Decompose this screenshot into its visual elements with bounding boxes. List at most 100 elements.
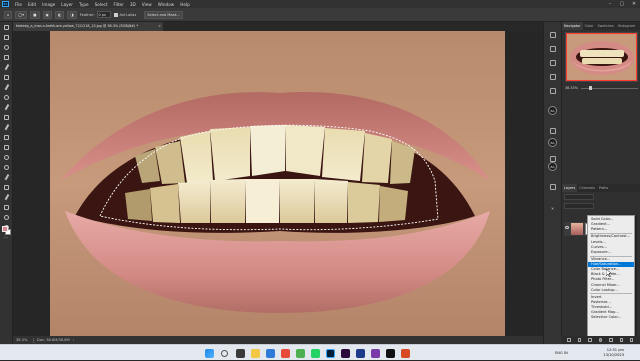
color-swatches[interactable] <box>2 226 12 236</box>
file-explorer-icon[interactable] <box>251 348 260 358</box>
navigator-zoom-slider[interactable] <box>580 86 638 90</box>
menu-type[interactable]: Type <box>76 2 92 7</box>
move-tool-icon[interactable] <box>0 22 13 32</box>
new-layer-icon[interactable] <box>619 338 624 342</box>
close-tab-icon[interactable]: × <box>158 22 161 31</box>
history-brush-icon[interactable] <box>0 122 13 132</box>
whatsapp-icon[interactable] <box>311 348 320 358</box>
navigator-zoom-value[interactable]: 38.33% <box>565 86 578 90</box>
intersect-selection-icon[interactable]: ◨ <box>67 10 77 19</box>
tab-channels[interactable]: Channels <box>577 184 597 192</box>
home-icon[interactable]: ⌂ <box>4 10 13 19</box>
tray-language[interactable]: ENG <box>555 351 563 355</box>
menu-filter[interactable]: Filter <box>110 2 126 7</box>
info-icon[interactable] <box>548 126 557 135</box>
frame-tool-icon[interactable] <box>0 72 13 82</box>
taskbar-clock[interactable]: 12:51 pm 13/10/2023 <box>603 348 624 358</box>
tab-layers[interactable]: Layers <box>562 184 578 192</box>
action-badge-icon-3[interactable]: BA <box>548 162 557 171</box>
brave-browser-icon[interactable] <box>281 348 290 358</box>
menu-file[interactable]: File <box>12 2 25 7</box>
history-icon[interactable] <box>548 30 557 39</box>
lasso-tool-icon[interactable] <box>0 42 13 52</box>
canvas-area[interactable] <box>13 31 543 336</box>
eraser-tool-icon[interactable] <box>0 132 13 142</box>
menu-item-pattern[interactable]: Pattern... <box>588 227 634 232</box>
subtract-selection-icon[interactable]: ◧ <box>54 10 65 19</box>
glyphs-icon[interactable] <box>548 182 557 191</box>
task-view-icon[interactable] <box>236 348 245 358</box>
zoom-slider-knob[interactable] <box>588 86 592 90</box>
tab-swatches[interactable]: Swatches <box>595 22 615 30</box>
new-group-icon[interactable] <box>609 338 613 342</box>
minimize-button[interactable]: – <box>604 0 616 8</box>
app-taskbar-icon[interactable] <box>356 348 365 358</box>
foreground-color-swatch[interactable] <box>2 226 8 232</box>
menu-window[interactable]: Window <box>155 2 178 7</box>
lasso-tool-preset-icon[interactable]: ◯▾ <box>15 10 28 19</box>
antialias-checkbox[interactable] <box>113 12 118 17</box>
menu-item-color-lookup[interactable]: Color Lookup... <box>588 288 634 293</box>
system-tray[interactable]: ENG IN <box>555 345 568 361</box>
adjustment-layer-icon[interactable] <box>598 338 603 342</box>
menu-edit[interactable]: Edit <box>25 2 39 7</box>
feather-input[interactable]: 0 px <box>96 11 111 18</box>
menu-select[interactable]: Select <box>92 2 111 7</box>
document-tab[interactable]: testeep_a_man-s-teeth-are-yellow_72/1218… <box>13 22 163 31</box>
menu-view[interactable]: View <box>139 2 155 7</box>
navigator-view-frame[interactable] <box>566 33 637 81</box>
select-and-mask-button[interactable]: Select and Mask... <box>144 10 184 19</box>
layer-style-icon[interactable] <box>577 338 582 342</box>
action-badge-icon-2[interactable]: BA <box>548 138 557 147</box>
type-tool-icon[interactable] <box>0 182 13 192</box>
path-select-icon[interactable] <box>0 192 13 202</box>
crop-tool-icon[interactable] <box>0 62 13 72</box>
chrome-browser-icon[interactable] <box>296 348 305 358</box>
tray-region[interactable]: IN <box>564 351 568 355</box>
healing-brush-icon[interactable] <box>0 92 13 102</box>
tab-histogram[interactable]: Histogram <box>616 22 638 30</box>
tab-color[interactable]: Color <box>583 22 596 30</box>
maximize-button[interactable]: ▢ <box>616 0 628 8</box>
menu-help[interactable]: Help <box>177 2 193 7</box>
paragraph-icon[interactable] <box>548 86 557 95</box>
tab-paths[interactable]: Paths <box>597 184 610 192</box>
add-mask-icon[interactable] <box>588 338 592 342</box>
add-to-selection-icon[interactable]: ▣ <box>42 10 52 19</box>
delete-layer-icon[interactable] <box>629 338 634 342</box>
premiere-taskbar-icon[interactable] <box>341 348 350 358</box>
brush-settings-icon[interactable] <box>548 58 557 67</box>
action-badge-icon[interactable]: BA <box>548 106 557 115</box>
visibility-eye-icon[interactable] <box>565 226 569 229</box>
blend-mode-select[interactable] <box>564 203 594 209</box>
rectangle-tool-icon[interactable] <box>0 202 13 212</box>
menu-layer[interactable]: Layer <box>58 2 76 7</box>
photo-canvas[interactable] <box>50 31 505 336</box>
clone-stamp-icon[interactable] <box>0 112 13 122</box>
brush-tool-icon[interactable] <box>0 102 13 112</box>
adjust-icon[interactable] <box>548 72 557 81</box>
tab-navigator[interactable]: Navigator <box>562 22 583 30</box>
hand-tool-icon[interactable] <box>0 212 13 222</box>
tools-cross-icon[interactable]: ✕ <box>548 204 557 213</box>
status-zoom[interactable]: 38.3% <box>16 338 27 342</box>
quick-select-tool-icon[interactable] <box>0 52 13 62</box>
menu-image[interactable]: Image <box>39 2 58 7</box>
app-taskbar-icon-4[interactable] <box>401 348 410 358</box>
menu-item-exposure[interactable]: Exposure... <box>588 250 634 255</box>
app-taskbar-icon-3[interactable] <box>386 348 395 358</box>
pen-tool-icon[interactable] <box>0 172 13 182</box>
properties-icon[interactable] <box>548 44 557 53</box>
photoshop-taskbar-icon[interactable] <box>326 348 335 358</box>
start-windows-icon[interactable] <box>205 348 214 358</box>
blur-tool-icon[interactable] <box>0 152 13 162</box>
gradient-tool-icon[interactable] <box>0 142 13 152</box>
new-selection-icon[interactable]: ■ <box>30 10 40 19</box>
menu-item-brightness-contrast[interactable]: Brightness/Contrast... <box>588 234 634 239</box>
dodge-tool-icon[interactable] <box>0 162 13 172</box>
layer-filter-field[interactable] <box>564 194 594 200</box>
marquee-tool-icon[interactable] <box>0 32 13 42</box>
eyedropper-tool-icon[interactable] <box>0 82 13 92</box>
navigator-thumbnail[interactable] <box>565 32 638 82</box>
menu-3d[interactable]: 3D <box>127 2 139 7</box>
